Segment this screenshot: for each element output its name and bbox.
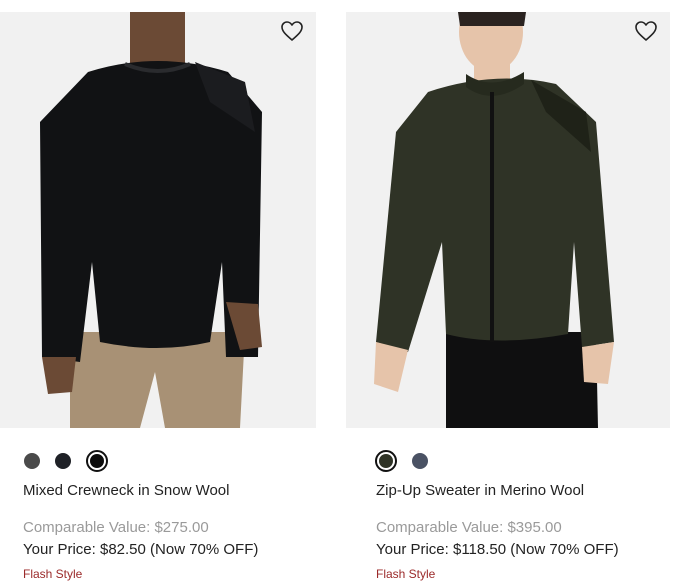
wishlist-heart-icon[interactable] — [633, 18, 659, 44]
product-name[interactable]: Zip-Up Sweater in Merino Wool — [376, 482, 584, 499]
color-swatch[interactable] — [55, 453, 71, 469]
color-swatch[interactable] — [412, 453, 428, 469]
product-name[interactable]: Mixed Crewneck in Snow Wool — [23, 482, 229, 499]
crewneck-model-photo — [40, 12, 262, 428]
your-price: Your Price: $82.50 (Now 70% OFF) — [23, 541, 259, 558]
color-swatch-selected[interactable] — [86, 450, 108, 472]
color-swatches — [24, 450, 123, 472]
wishlist-heart-icon[interactable] — [279, 18, 305, 44]
comparable-value: Comparable Value: $395.00 — [376, 519, 562, 536]
color-swatches — [375, 450, 443, 472]
product-image[interactable] — [0, 12, 316, 428]
product-image[interactable] — [346, 12, 670, 428]
zip-sweater-model-photo — [374, 12, 614, 428]
your-price: Your Price: $118.50 (Now 70% OFF) — [376, 541, 619, 558]
flash-style-badge: Flash Style — [23, 567, 83, 581]
color-swatch-selected[interactable] — [375, 450, 397, 472]
product-card[interactable]: Mixed Crewneck in Snow Wool Comparable V… — [0, 0, 316, 581]
product-card[interactable]: Zip-Up Sweater in Merino Wool Comparable… — [346, 0, 670, 581]
flash-style-badge: Flash Style — [376, 567, 436, 581]
comparable-value: Comparable Value: $275.00 — [23, 519, 209, 536]
color-swatch[interactable] — [24, 453, 40, 469]
